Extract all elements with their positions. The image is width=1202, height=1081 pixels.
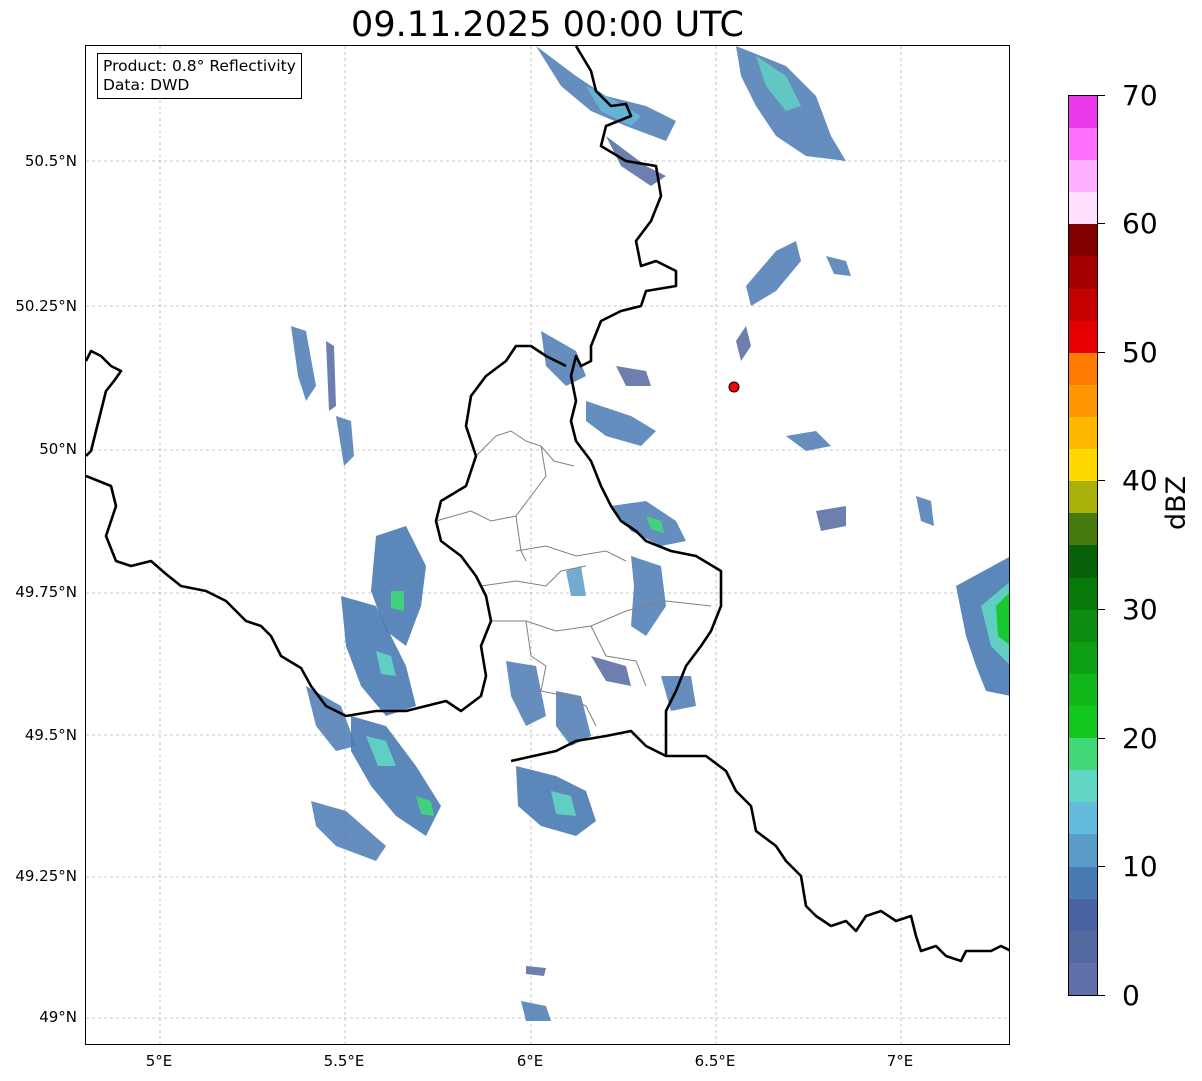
echo-cell [566,566,586,596]
colorbar-segment [1069,288,1097,321]
location-marker[interactable] [728,381,740,393]
colorbar-segment [1069,898,1097,931]
echo-cell [351,716,441,836]
lon-label: 7°E [886,1052,914,1070]
colorbar-segment [1069,802,1097,835]
colorbar-segment [1069,384,1097,418]
echo-cell [616,366,651,386]
echo-cell [786,431,831,451]
colorbar-segment [1069,352,1097,385]
colorbar-tick [1098,738,1105,739]
colorbar-segment [1069,417,1097,450]
map-title: 09.11.2025 00:00 UTC [351,5,744,45]
colorbar-tick [1098,609,1105,610]
colorbar-segment [1069,320,1097,353]
colorbar-segment [1069,95,1097,129]
echo-cell [826,256,851,276]
colorbar-tick [1098,995,1105,996]
echo-cell [816,506,846,531]
colorbar-tick-label: 60 [1122,207,1158,240]
echo-cell [311,801,386,861]
lon-label: 6°E [516,1052,544,1070]
echo-cell [736,326,751,361]
colorbar-segment [1069,513,1097,546]
gridlines [86,46,1009,1044]
lat-label: 49°N [39,1008,77,1026]
colorbar-segment [1069,641,1097,674]
colorbar-segment [1069,160,1097,193]
colorbar-segment [1069,224,1097,257]
data-source-line: Data: DWD [103,76,190,94]
colorbar-segment [1069,192,1097,225]
colorbar-tick-label: 0 [1122,979,1140,1012]
echo-cell [326,341,336,411]
colorbar-tick-label: 10 [1122,850,1158,883]
echo-cell [586,401,656,446]
colorbar-segment [1069,706,1097,739]
colorbar-tick-label: 50 [1122,336,1158,369]
lat-label: 49.5°N [24,726,77,744]
echo-cell [391,591,404,611]
colorbar-segment [1069,577,1097,610]
colorbar-segment [1069,930,1097,963]
lat-label: 50.25°N [15,297,77,315]
product-info-box: Product: 0.8° Reflectivity Data: DWD [97,53,302,99]
colorbar-tick [1098,352,1105,353]
colorbar-tick [1098,866,1105,867]
lon-label: 6.5°E [694,1052,736,1070]
colorbar-tick [1098,223,1105,224]
colorbar-tick [1098,480,1105,481]
colorbar-segment [1069,866,1097,899]
colorbar-segment [1069,449,1097,482]
product-line: Product: 0.8° Reflectivity [103,57,296,75]
colorbar-segment [1069,673,1097,707]
colorbar-tick-label: 70 [1122,79,1158,112]
colorbar-segment [1069,834,1097,867]
echo-cell [746,241,801,306]
echo-cell [291,326,316,401]
colorbar-tick-label: 30 [1122,593,1158,626]
lat-label: 50.5°N [24,152,77,170]
colorbar-segment [1069,481,1097,514]
echo-cell [506,661,546,726]
radar-echoes [291,46,1009,1021]
echo-cell [611,501,686,546]
colorbar-segment [1069,256,1097,289]
echo-cell [631,556,666,636]
radar-map[interactable] [85,45,1010,1045]
lat-label: 49.25°N [15,867,77,885]
colorbar-tick-label: 20 [1122,722,1158,755]
lat-label: 49.75°N [15,583,77,601]
radar-map-canvas [86,46,1009,1044]
lat-label: 50°N [39,440,77,458]
echo-cell [336,416,354,466]
colorbar-segment [1069,962,1097,995]
echo-cell [526,966,546,976]
colorbar-segment [1069,609,1097,642]
colorbar-title: dBZ [1161,475,1192,530]
lon-label: 5.5°E [323,1052,365,1070]
colorbar-tick [1098,95,1105,96]
colorbar-segment [1069,545,1097,578]
echo-cell [916,496,934,526]
colorbar-segment [1069,770,1097,803]
colorbar-segment [1069,128,1097,161]
colorbar-tick-label: 40 [1122,464,1158,497]
echo-cell [591,656,631,686]
echo-cell [541,331,586,386]
echo-cell [306,686,356,751]
echo-cell [521,1001,551,1021]
lon-label: 5°E [145,1052,173,1070]
colorbar [1068,95,1098,996]
colorbar-segment [1069,738,1097,771]
